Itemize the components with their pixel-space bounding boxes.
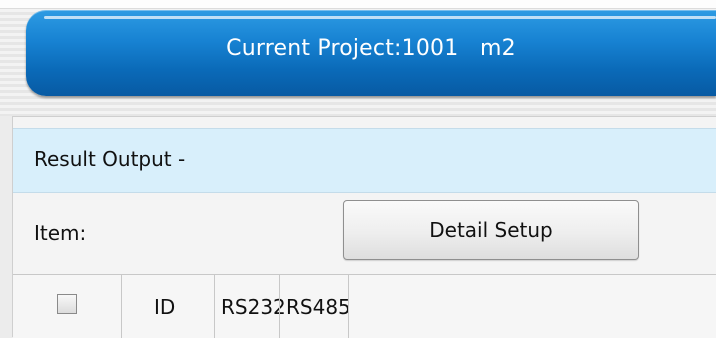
item-label: Item: <box>34 221 87 245</box>
section-title: Result Output - <box>34 147 186 171</box>
select-all-checkbox[interactable] <box>57 294 77 314</box>
section-header: Result Output - <box>13 128 716 193</box>
column-header-id: ID <box>154 295 176 319</box>
column-divider <box>348 275 349 338</box>
result-output-panel: Result Output - Item: Detail Setup ID RS… <box>12 116 716 338</box>
project-title-bar: Current Project:1001 m2 <box>26 10 716 96</box>
current-project-title: Current Project:1001 m2 <box>226 36 516 61</box>
column-divider <box>279 275 280 338</box>
column-header-rs232: RS232 <box>221 295 286 319</box>
column-divider <box>214 275 215 338</box>
table-header-row: ID RS232 RS485 <box>13 274 716 338</box>
detail-setup-button[interactable]: Detail Setup <box>343 200 639 260</box>
column-header-rs485: RS485 <box>286 295 351 319</box>
select-column <box>13 275 122 338</box>
top-edge <box>0 0 716 9</box>
